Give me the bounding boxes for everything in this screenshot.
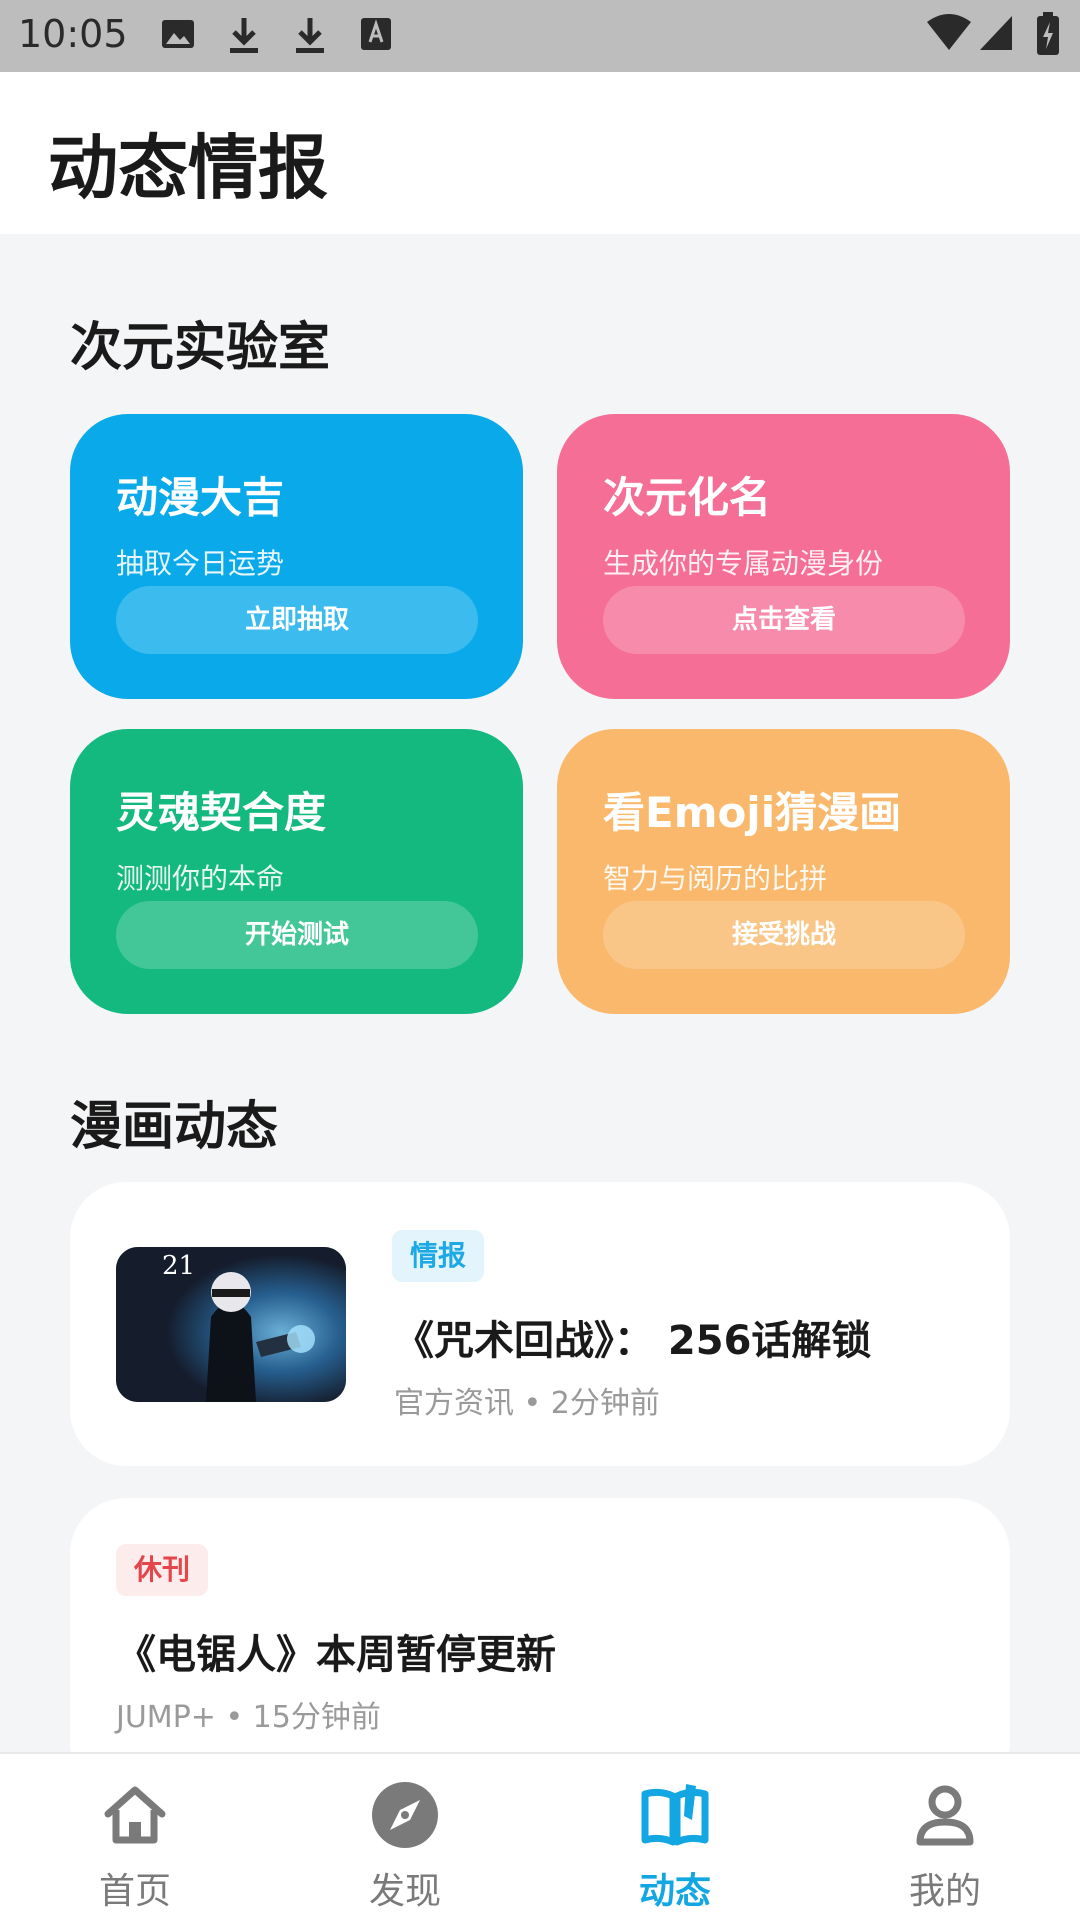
- card-title: 动漫大吉: [116, 473, 285, 522]
- download-icon: [296, 18, 324, 53]
- nav-item-profile[interactable]: 我的: [810, 1754, 1080, 1922]
- nav-label: 我的: [908, 1871, 981, 1912]
- news-meta: JUMP+ • 15分钟前: [116, 1700, 381, 1735]
- nav-label: 动态: [638, 1871, 711, 1912]
- nav-item-discover[interactable]: 发现: [270, 1754, 540, 1922]
- status-time: 10:05: [18, 12, 128, 56]
- signal-icon: [980, 16, 1012, 50]
- image-icon: [162, 20, 194, 48]
- card-title: 次元化名: [603, 473, 772, 522]
- card-subtitle: 智力与阅历的比拼: [603, 862, 828, 895]
- card-subtitle: 测测你的本命: [116, 862, 285, 895]
- lab-card-alias[interactable]: 次元化名 生成你的专属动漫身份 点击查看: [557, 414, 1010, 699]
- battery-icon: [1037, 12, 1059, 55]
- news-tag: 休刊: [116, 1544, 209, 1596]
- card-title: 看Emoji猜漫画: [603, 788, 902, 837]
- news-tag: 情报: [392, 1230, 485, 1282]
- view-button[interactable]: 点击查看: [603, 586, 965, 654]
- news-thumbnail: 21: [116, 1247, 346, 1402]
- nav-item-home[interactable]: 首页: [0, 1754, 270, 1922]
- news-title: 《电锯人》本周暂停更新: [116, 1632, 556, 1678]
- card-subtitle: 抽取今日运势: [116, 547, 285, 580]
- bottom-nav: 首页 发现 动态 我的: [0, 1752, 1080, 1922]
- accept-challenge-button[interactable]: 接受挑战: [603, 901, 965, 969]
- wifi-icon: [927, 14, 971, 50]
- compass-icon: [372, 1782, 438, 1848]
- news-card[interactable]: 21 情报 《咒术回战》： 256话解锁 官方资讯 • 2分钟前: [70, 1182, 1010, 1466]
- book-icon: [641, 1784, 709, 1846]
- status-bar: 10:05: [0, 0, 1080, 72]
- user-icon: [916, 1785, 974, 1846]
- draw-now-button[interactable]: 立即抽取: [116, 586, 478, 654]
- app-header: 动态情报: [0, 72, 1080, 234]
- home-icon: [104, 1786, 166, 1844]
- lab-section-title: 次元实验室: [70, 318, 331, 378]
- card-subtitle: 生成你的专属动漫身份: [603, 547, 884, 580]
- thumbnail-volume-number: 21: [162, 1251, 196, 1281]
- lab-card-fortune[interactable]: 动漫大吉 抽取今日运势 立即抽取: [70, 414, 523, 699]
- news-meta: 官方资讯 • 2分钟前: [394, 1386, 660, 1421]
- card-title: 灵魂契合度: [116, 788, 327, 837]
- nav-item-updates[interactable]: 动态: [540, 1754, 810, 1922]
- news-section-title: 漫画动态: [70, 1097, 279, 1157]
- nav-label: 发现: [368, 1871, 441, 1912]
- news-title: 《咒术回战》： 256话解锁: [394, 1318, 872, 1364]
- download-icon: [230, 18, 258, 53]
- text-a-icon: [361, 18, 391, 50]
- nav-label: 首页: [98, 1871, 171, 1912]
- start-test-button[interactable]: 开始测试: [116, 901, 478, 969]
- page-title: 动态情报: [48, 127, 328, 209]
- lab-card-emoji-guess[interactable]: 看Emoji猜漫画 智力与阅历的比拼 接受挑战: [557, 729, 1010, 1014]
- lab-card-soul-match[interactable]: 灵魂契合度 测测你的本命 开始测试: [70, 729, 523, 1014]
